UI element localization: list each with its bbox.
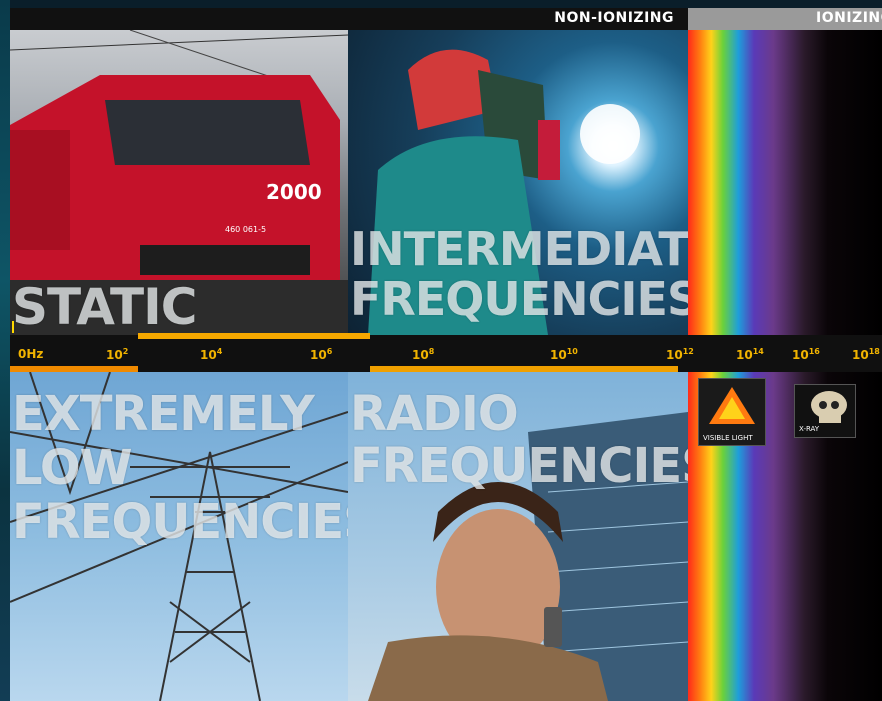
- intermediate-title-line2: FREQUENCIES: [350, 272, 688, 326]
- tick-10e4: 104: [200, 347, 223, 362]
- tick-0hz: 0Hz: [18, 347, 44, 361]
- radio-panel: RADIO FREQUENCIES: [348, 372, 688, 701]
- elf-title-line1: EXTREMELY: [12, 386, 315, 442]
- radiation-type-header: NON-IONIZING IONIZING: [10, 8, 882, 30]
- train-plate: 460 061-5: [225, 225, 267, 234]
- tick-10e14: 1014: [736, 347, 764, 362]
- left-decorative-strip: [0, 0, 10, 701]
- visible-light-tile: VISIBLE LIGHT: [698, 378, 766, 446]
- spectrum-gradient-top: [688, 30, 882, 335]
- ionizing-header: IONIZING: [688, 8, 882, 30]
- skull-icon: [811, 391, 847, 423]
- visible-light-label: VISIBLE LIGHT: [703, 434, 753, 442]
- spectrum-gradient-bottom: VISIBLE LIGHT X-RAY: [688, 372, 882, 701]
- tick-10e6: 106: [310, 347, 333, 362]
- tick-10e12: 1012: [666, 347, 694, 362]
- train-number: 2000: [266, 180, 322, 204]
- xray-label: X-RAY: [799, 425, 820, 433]
- xray-tile: X-RAY: [794, 384, 856, 438]
- static-marker: [12, 321, 14, 333]
- intermediate-panel: INTERMEDIATE FREQUENCIES: [348, 30, 688, 335]
- elf-panel: EXTREMELY LOW FREQUENCIES: [10, 372, 348, 701]
- elf-title-line3: FREQUENCIES: [12, 494, 348, 550]
- elf-title-line2: LOW: [12, 440, 133, 496]
- non-ionizing-header: NON-IONIZING: [10, 8, 686, 30]
- intermediate-title-line1: INTERMEDIATE: [350, 222, 688, 276]
- static-title: STATIC: [12, 278, 197, 335]
- intermediate-band: [138, 333, 370, 339]
- tick-10e16: 1016: [792, 347, 820, 362]
- frequency-axis: 0Hz 102 104 106 108 1010 1012 1014 1016 …: [10, 321, 882, 372]
- static-panel: 2000 460 061-5 STATIC: [10, 30, 348, 335]
- radio-title-line2: FREQUENCIES: [350, 438, 688, 494]
- tick-10e18: 1018: [852, 347, 880, 362]
- tick-10e8: 108: [412, 347, 435, 362]
- tick-10e2: 102: [106, 347, 129, 362]
- radio-title-line1: RADIO: [350, 386, 519, 442]
- ionizing-label: IONIZING: [816, 10, 882, 26]
- light-burst-icon: [709, 387, 755, 424]
- tick-10e10: 1010: [550, 347, 578, 362]
- non-ionizing-label: NON-IONIZING: [554, 10, 674, 26]
